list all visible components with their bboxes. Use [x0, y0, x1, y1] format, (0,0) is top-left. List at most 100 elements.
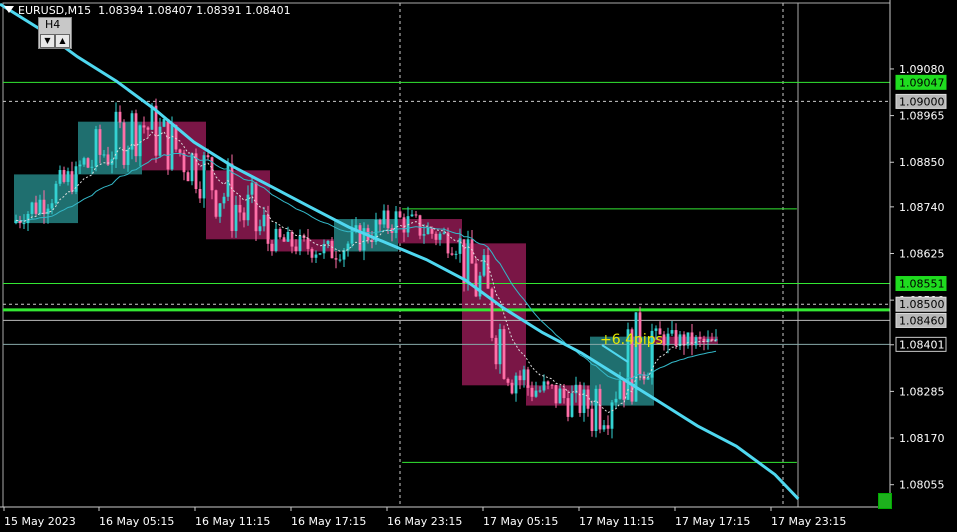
- candle-body: [358, 225, 362, 251]
- candle-body: [162, 119, 166, 127]
- candle-body: [654, 328, 658, 331]
- y-tick-label: 1.08625: [899, 248, 945, 261]
- candle-body: [442, 232, 446, 234]
- candle-body: [578, 384, 582, 413]
- candle-body: [50, 203, 54, 209]
- candle-body: [278, 228, 282, 238]
- candle-body: [646, 377, 650, 380]
- timeframe-label: H4: [45, 18, 61, 31]
- slow-moving-average: [0, 2, 800, 500]
- candle-body: [490, 288, 494, 338]
- candle-body: [594, 388, 598, 432]
- candle-body: [178, 149, 182, 153]
- candle-body: [694, 337, 698, 346]
- candle-body: [378, 219, 382, 225]
- candle-body: [306, 238, 310, 249]
- candle-body: [466, 239, 470, 284]
- autoscroll-icon[interactable]: [878, 493, 892, 509]
- candle-body: [38, 199, 42, 214]
- candle-body: [486, 255, 490, 289]
- candle-body: [526, 369, 530, 388]
- price-label-text: 1.08500: [899, 298, 945, 311]
- candle-body: [458, 238, 462, 254]
- y-tick-label: 1.08850: [899, 156, 945, 169]
- y-tick-label: 1.08285: [899, 385, 945, 398]
- candle-body: [410, 214, 414, 217]
- candle-body: [318, 253, 322, 255]
- price-label-text: 1.08551: [899, 278, 945, 291]
- price-chart[interactable]: 1.09080 1.08965 1.08850 1.08740 1.08625 1.085…: [0, 0, 957, 532]
- timeframe-up-button[interactable]: ▲: [55, 34, 70, 48]
- candle-body: [282, 237, 286, 242]
- candle-body: [266, 214, 270, 244]
- candle-body: [310, 248, 314, 258]
- x-tick-label: 17 May 11:15: [579, 515, 654, 528]
- x-tick-label: 17 May 17:15: [675, 515, 750, 528]
- candle-body: [542, 381, 546, 391]
- candle-body: [382, 210, 386, 225]
- x-tick-label: 16 May 11:15: [195, 515, 270, 528]
- timeframe-box[interactable]: H4 ▼ ▲: [38, 17, 72, 49]
- candle-body: [670, 330, 674, 334]
- y-tick-label: 1.08055: [899, 479, 945, 492]
- candle-body: [190, 153, 194, 182]
- candle-body: [82, 158, 86, 165]
- candle-body: [598, 388, 602, 430]
- candle-body: [314, 254, 318, 258]
- candle-body: [118, 111, 122, 123]
- candle-body: [450, 253, 454, 255]
- candle-body: [426, 227, 430, 235]
- candle-body: [94, 129, 98, 167]
- candle-body: [222, 196, 226, 204]
- candle-body: [494, 337, 498, 365]
- candle-body: [590, 408, 594, 432]
- candle-body: [682, 334, 686, 346]
- candle-body: [418, 215, 422, 236]
- candle-body: [294, 246, 298, 252]
- candle-body: [606, 425, 610, 429]
- candle-body: [538, 390, 542, 392]
- candle-body: [90, 166, 94, 168]
- candle-body: [78, 164, 82, 167]
- menu-triangle-icon[interactable]: [4, 6, 14, 13]
- candle-body: [66, 171, 70, 182]
- candle-body: [502, 329, 506, 379]
- candle-body: [198, 189, 202, 199]
- candle-body: [62, 170, 66, 182]
- candle-body: [342, 250, 346, 260]
- candle-body: [498, 329, 502, 365]
- pips-annotation: +6.4pips: [600, 332, 663, 348]
- candle-body: [130, 113, 134, 150]
- candle-body: [138, 125, 142, 157]
- price-label-text: 1.09000: [899, 95, 945, 108]
- candle-body: [414, 214, 418, 216]
- candle-body: [166, 119, 170, 170]
- candle-body: [518, 375, 522, 381]
- chart-header: EURUSD,M15 1.08394 1.08407 1.08391 1.084…: [4, 4, 291, 17]
- candle-body: [710, 338, 714, 341]
- candle-body: [254, 182, 258, 232]
- candle-body: [434, 233, 438, 240]
- candle-body: [482, 255, 486, 276]
- price-label-text: 1.08460: [899, 314, 945, 327]
- candle-body: [698, 337, 702, 339]
- candle-body: [22, 223, 26, 225]
- y-tick-label: 1.08170: [899, 432, 945, 445]
- price-label-text: 1.08401: [899, 338, 945, 351]
- candle-body: [554, 384, 558, 404]
- candle-body: [134, 113, 138, 157]
- candle-body: [70, 171, 74, 192]
- x-tick-label: 16 May 17:15: [291, 515, 366, 528]
- candle-body: [230, 163, 234, 232]
- candle-body: [454, 253, 458, 255]
- candle-body: [662, 334, 666, 346]
- candle-body: [290, 231, 294, 247]
- candle-body: [506, 378, 510, 383]
- timeframe-down-button[interactable]: ▼: [40, 34, 55, 48]
- candle-body: [122, 122, 126, 165]
- candle-body: [158, 126, 162, 156]
- candle-body: [42, 199, 46, 215]
- candle-body: [330, 240, 334, 259]
- candle-body: [58, 170, 62, 184]
- candle-body: [674, 330, 678, 347]
